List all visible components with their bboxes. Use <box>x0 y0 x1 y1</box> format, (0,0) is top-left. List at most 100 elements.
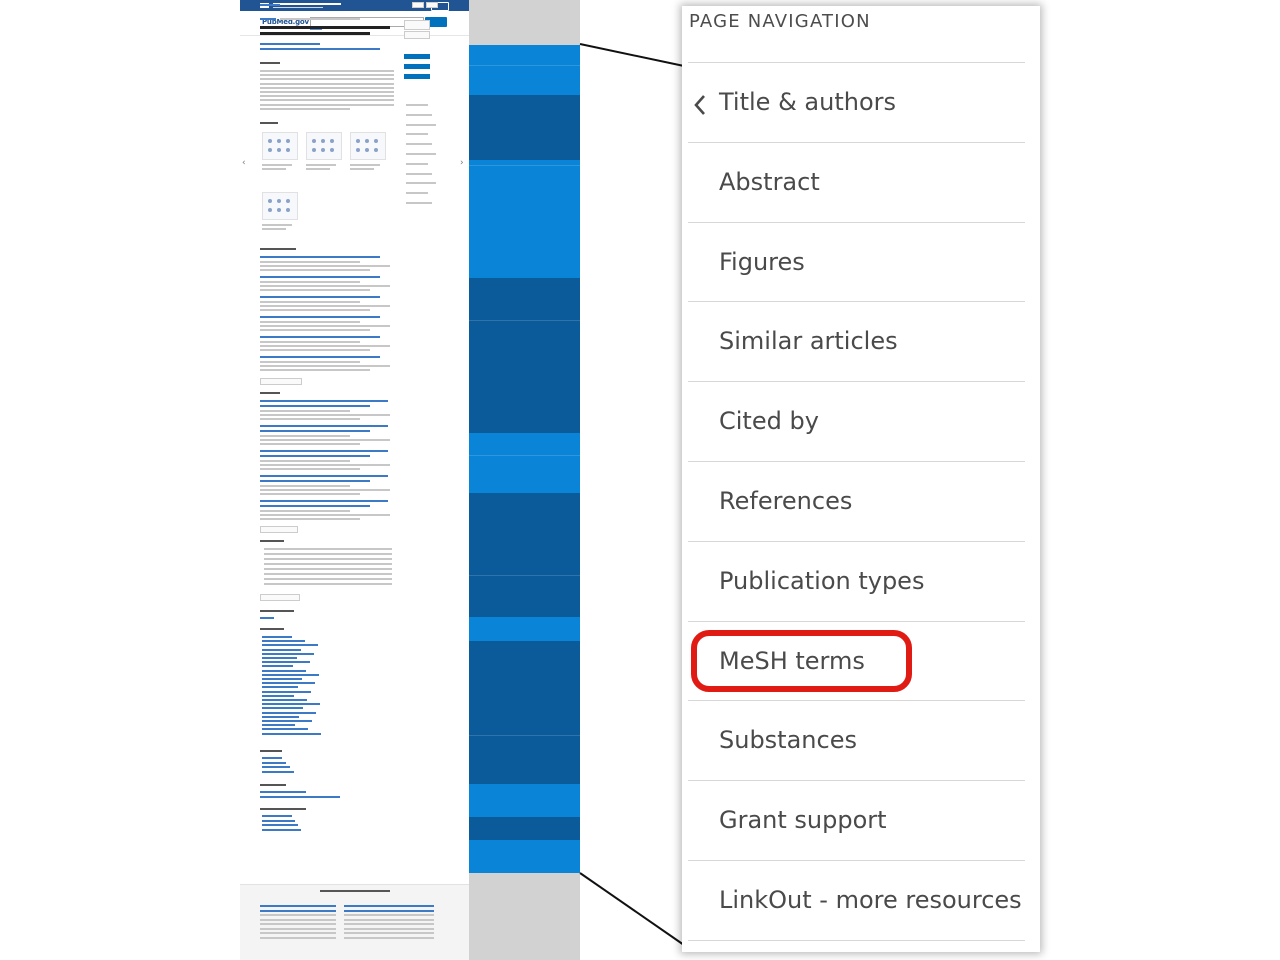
nav-item-title-authors[interactable]: Title & authors <box>688 62 1025 142</box>
nav-item-grant-support[interactable]: Grant support <box>688 780 1025 860</box>
thumbnail-citedby-meta <box>260 410 350 412</box>
thumbnail-nav-entry <box>406 192 428 195</box>
figure-dot <box>312 139 316 143</box>
thumbnail-citedby-snippet <box>260 464 390 466</box>
thumbnail-share-button[interactable] <box>426 2 438 8</box>
thumbnail-similar-meta <box>260 281 360 283</box>
thumbnail-citedby-title <box>260 500 388 502</box>
thumbnail-citedby-title <box>260 405 370 407</box>
thumbnail-citedby-snippet <box>260 414 390 416</box>
minimap-segment[interactable] <box>469 817 580 840</box>
nav-item-similar-articles[interactable]: Similar articles <box>688 301 1025 381</box>
nav-item-figures[interactable]: Figures <box>688 221 1025 302</box>
chevron-left-icon <box>693 94 707 120</box>
thumbnail-see-all-similar[interactable] <box>260 378 302 385</box>
thumbnail-reference-line <box>264 548 392 550</box>
nav-item-linkout[interactable]: LinkOut - more resources <box>688 860 1025 940</box>
nav-item-cited-by[interactable]: Cited by <box>688 381 1025 461</box>
minimap-segment[interactable] <box>469 665 580 784</box>
minimap-segment[interactable] <box>469 493 580 617</box>
minimap-separator <box>469 165 580 166</box>
thumbnail-nav-entry <box>406 202 432 204</box>
nav-item-label: Grant support <box>719 806 887 835</box>
thumbnail-mesh-term <box>262 724 295 727</box>
thumbnail-mesh-term <box>262 682 315 685</box>
thumbnail-citedby-heading <box>260 392 280 394</box>
thumbnail-nav-entry <box>406 133 428 136</box>
thumbnail-nav-entry <box>406 123 436 126</box>
minimap-segment[interactable] <box>469 641 580 665</box>
nav-item-publication-types[interactable]: Publication types <box>688 540 1025 621</box>
thumbnail-nav-entry <box>406 143 432 146</box>
thumbnail-figure[interactable] <box>262 132 298 160</box>
thumbnail-abstract-line <box>260 107 350 110</box>
thumbnail-similar-snippet <box>260 325 390 327</box>
thumbnail-citedby-meta <box>260 435 350 437</box>
thumbnail-footer-card-line <box>260 927 336 930</box>
thumbnail-similar-snippet <box>260 269 370 271</box>
thumbnail-mesh-term <box>262 636 292 638</box>
thumbnail-figure-caption <box>262 164 292 166</box>
minimap-segment[interactable] <box>469 95 580 160</box>
thumbnail-substances-heading <box>260 750 282 752</box>
thumbnail-grant-heading <box>260 784 286 786</box>
thumbnail-linkout-link <box>262 815 292 817</box>
figure-dot <box>330 139 334 143</box>
thumbnail-mesh-term <box>262 673 319 676</box>
thumbnail-abstract-heading <box>260 62 280 64</box>
thumbnail-footer-card-line <box>260 936 336 939</box>
chevron-right-icon[interactable]: › <box>460 158 464 168</box>
minimap-segment[interactable] <box>469 45 580 95</box>
thumbnail-reference-line <box>264 583 392 585</box>
thumbnail-reference-line <box>264 553 392 555</box>
thumbnail-pmc-link[interactable] <box>404 31 430 39</box>
thumbnail-action-button[interactable] <box>404 54 430 59</box>
thumbnail-similar-snippet <box>260 289 370 291</box>
thumbnail-reference-line <box>264 558 392 560</box>
thumbnail-citedby-title <box>260 455 370 457</box>
thumbnail-figure[interactable] <box>262 192 298 220</box>
section-minimap[interactable] <box>469 45 580 873</box>
thumbnail-fulltext-link[interactable] <box>404 20 430 30</box>
thumbnail-footer-card-line <box>344 914 434 916</box>
thumbnail-similar-meta <box>260 361 360 363</box>
figure-dot <box>365 139 369 143</box>
thumbnail-show-all-references[interactable] <box>260 594 300 601</box>
minimap-segment[interactable] <box>469 617 580 641</box>
thumbnail-citedby-snippet <box>260 489 390 491</box>
thumbnail-see-all-citedby[interactable] <box>260 526 298 533</box>
thumbnail-ids <box>260 48 380 50</box>
thumbnail-abstract-line <box>260 70 394 72</box>
thumbnail-cite-button[interactable] <box>412 2 424 8</box>
figure-dot <box>268 148 272 152</box>
thumbnail-action-button[interactable] <box>404 64 430 69</box>
nav-item-abstract[interactable]: Abstract <box>688 141 1025 222</box>
chevron-left-icon[interactable]: ‹ <box>242 158 246 168</box>
minimap-segment[interactable] <box>469 840 580 873</box>
thumbnail-citedby-meta <box>260 485 350 487</box>
thumbnail-citedby-title <box>260 505 370 507</box>
thumbnail-footer-card-line <box>260 914 336 916</box>
figure-dot <box>321 139 325 143</box>
minimap-segment[interactable] <box>469 784 580 817</box>
thumbnail-similar-meta <box>260 321 360 323</box>
thumbnail-mesh-term <box>262 640 305 643</box>
thumbnail-action-button[interactable] <box>404 74 430 79</box>
thumbnail-citedby-meta <box>260 510 350 512</box>
thumbnail-mesh-term <box>262 690 311 693</box>
mesh-terms-highlight <box>691 630 912 692</box>
thumbnail-figure[interactable] <box>306 132 342 160</box>
figure-dot <box>356 139 360 143</box>
thumbnail-citedby-snippet <box>260 418 360 420</box>
thumbnail-substance <box>262 761 286 764</box>
thumbnail-article-title <box>260 32 370 35</box>
minimap-segment[interactable] <box>469 433 580 493</box>
nav-item-references[interactable]: References <box>688 461 1025 541</box>
nav-item-label: Figures <box>719 247 805 276</box>
thumbnail-figure[interactable] <box>350 132 386 160</box>
thumbnail-mesh-term <box>262 652 314 655</box>
minimap-segment[interactable] <box>469 278 580 433</box>
zoom-connector-lines <box>579 43 685 946</box>
minimap-segment[interactable] <box>469 160 580 278</box>
nav-item-substances[interactable]: Substances <box>688 700 1025 780</box>
